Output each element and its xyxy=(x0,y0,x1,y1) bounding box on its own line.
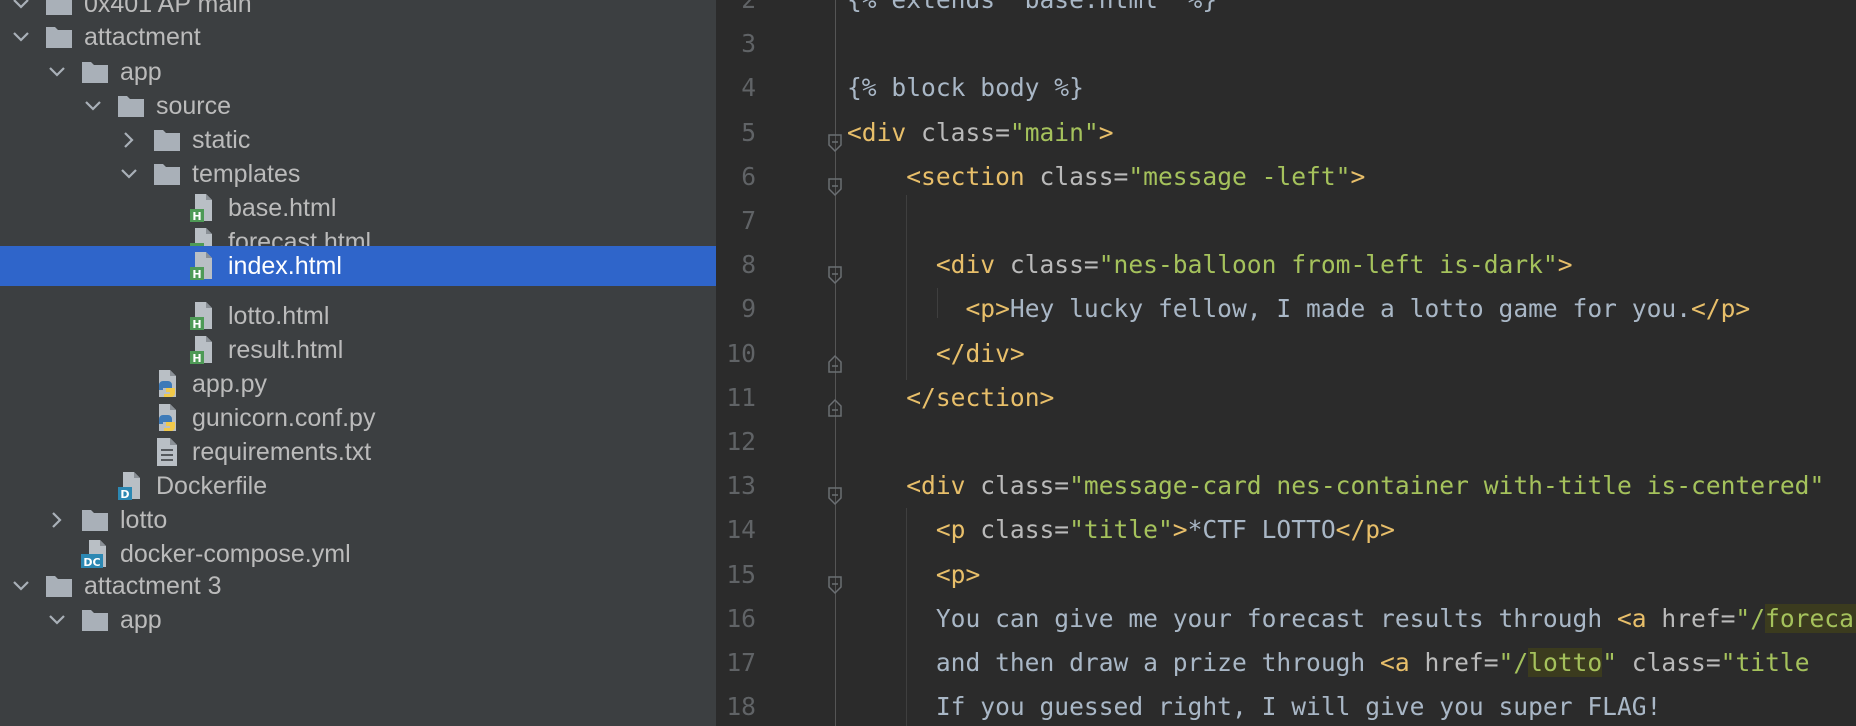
docker-compose-icon: DC xyxy=(80,539,110,569)
line-number: 14 xyxy=(726,515,756,545)
folder-icon xyxy=(116,91,146,121)
tree-item[interactable]: app xyxy=(0,600,716,640)
code-line[interactable]: 15 <p> xyxy=(716,553,1856,597)
line-number: 3 xyxy=(741,29,756,59)
chevron-down-icon[interactable] xyxy=(6,571,36,601)
chevron-down-icon[interactable] xyxy=(6,22,36,52)
python-file-icon xyxy=(152,369,182,399)
code-text: </div> xyxy=(935,338,1025,368)
code-text: You can give me your forecast results th… xyxy=(847,597,1856,641)
line-number: 13 xyxy=(726,471,756,501)
code-line[interactable]: 2 {% extends "base.html" %} xyxy=(716,0,1856,22)
code-text: If you guessed right, I will give you su… xyxy=(847,692,1662,722)
line-number: 6 xyxy=(741,161,756,191)
fold-close-icon[interactable] xyxy=(825,344,845,373)
line-number: 18 xyxy=(726,692,756,722)
fold-open-icon[interactable] xyxy=(825,167,845,196)
code-line[interactable]: 6 <section class="message -left"> xyxy=(716,155,1856,199)
fold-close-icon[interactable] xyxy=(825,388,845,417)
code-text: <p>Hey lucky fellow, I made a lotto game… xyxy=(965,294,1751,324)
folder-icon xyxy=(152,159,182,189)
code-line[interactable]: 13 <div class="message-card nes-containe… xyxy=(716,464,1856,508)
chevron-down-icon[interactable] xyxy=(78,91,108,121)
html-file-icon: H xyxy=(188,335,218,365)
code-line[interactable]: 5 <div class="main"> xyxy=(716,111,1856,155)
code-line[interactable]: 17 and then draw a prize through <a href… xyxy=(716,641,1856,685)
tree-item[interactable]: attactment xyxy=(0,17,716,57)
code-line[interactable]: 10 </div> xyxy=(716,332,1856,376)
folder-icon xyxy=(80,57,110,87)
fold-open-icon[interactable] xyxy=(825,123,845,152)
folder-icon xyxy=(80,505,110,535)
code-line[interactable]: 11 </section> xyxy=(716,376,1856,420)
code-text: </section> xyxy=(906,382,1055,412)
code-line[interactable]: 9 <p>Hey lucky fellow, I made a lotto ga… xyxy=(716,287,1856,331)
tree-item-label: app xyxy=(120,606,162,634)
tree-item-label: attactment xyxy=(84,23,201,51)
html-file-icon: H xyxy=(188,193,218,223)
line-number: 9 xyxy=(741,294,756,324)
project-tree[interactable]: 0x401 AP main attactment app source static te… xyxy=(0,0,716,726)
line-number: 16 xyxy=(726,603,756,633)
line-number: 11 xyxy=(726,382,756,412)
code-text: <section class="message -left"> xyxy=(906,161,1366,191)
tree-item-label: index.html xyxy=(228,252,342,280)
fold-open-icon[interactable] xyxy=(825,255,845,285)
python-file-icon xyxy=(152,403,182,433)
line-number: 12 xyxy=(726,427,756,456)
code-text: <p class="title">*CTF LOTTO</p> xyxy=(935,515,1395,545)
code-line[interactable]: 4 {% block body %} xyxy=(716,66,1856,110)
chevron-right-icon[interactable] xyxy=(42,505,72,535)
line-number: 2 xyxy=(716,0,756,22)
svg-text:H: H xyxy=(192,268,201,281)
code-editor[interactable]: 2 {% extends "base.html" %} 3 4 {% block bod… xyxy=(716,0,1856,726)
chevron-right-icon[interactable] xyxy=(114,125,144,155)
fold-open-icon[interactable] xyxy=(825,565,845,594)
html-file-icon: H xyxy=(188,251,218,281)
folder-icon xyxy=(80,605,110,635)
folder-icon xyxy=(152,125,182,155)
line-number: 8 xyxy=(741,250,756,280)
line-number: 7 xyxy=(741,206,756,235)
code-text: <div class="nes-balloon from-left is-dar… xyxy=(935,250,1573,280)
code-text: <div class="message-card nes-container w… xyxy=(906,471,1825,501)
line-number: 4 xyxy=(741,73,756,103)
docker-file-icon: D xyxy=(116,471,146,501)
code-text: <p> xyxy=(935,559,981,589)
code-text: <div class="main"> xyxy=(847,117,1114,147)
line-number: 15 xyxy=(726,559,756,589)
code-text: {% extends "base.html" %} xyxy=(847,0,1217,22)
code-line[interactable]: 12 xyxy=(716,420,1856,464)
line-number: 5 xyxy=(741,117,756,147)
code-line[interactable]: 16 You can give me your forecast results… xyxy=(716,597,1856,641)
code-line[interactable]: 18 If you guessed right, I will give you… xyxy=(716,685,1856,726)
folder-icon xyxy=(44,22,74,52)
code-line[interactable]: 14 <p class="title">*CTF LOTTO</p> xyxy=(716,508,1856,552)
chevron-down-icon[interactable] xyxy=(42,605,72,635)
line-number: 10 xyxy=(726,338,756,368)
code-text: and then draw a prize through <a href="/… xyxy=(847,648,1810,677)
line-number: 17 xyxy=(726,648,756,677)
folder-icon xyxy=(44,571,74,601)
code-line[interactable]: 3 xyxy=(716,22,1856,66)
chevron-down-icon[interactable] xyxy=(114,159,144,189)
html-file-icon: H xyxy=(188,301,218,331)
text-file-icon xyxy=(152,437,182,467)
tree-item[interactable]: Hindex.html xyxy=(0,246,716,286)
code-text: {% block body %} xyxy=(847,73,1084,103)
code-line[interactable]: 8 <div class="nes-balloon from-left is-d… xyxy=(716,243,1856,287)
code-line[interactable]: 7 xyxy=(716,199,1856,243)
fold-open-icon[interactable] xyxy=(825,476,845,506)
chevron-down-icon[interactable] xyxy=(42,57,72,87)
